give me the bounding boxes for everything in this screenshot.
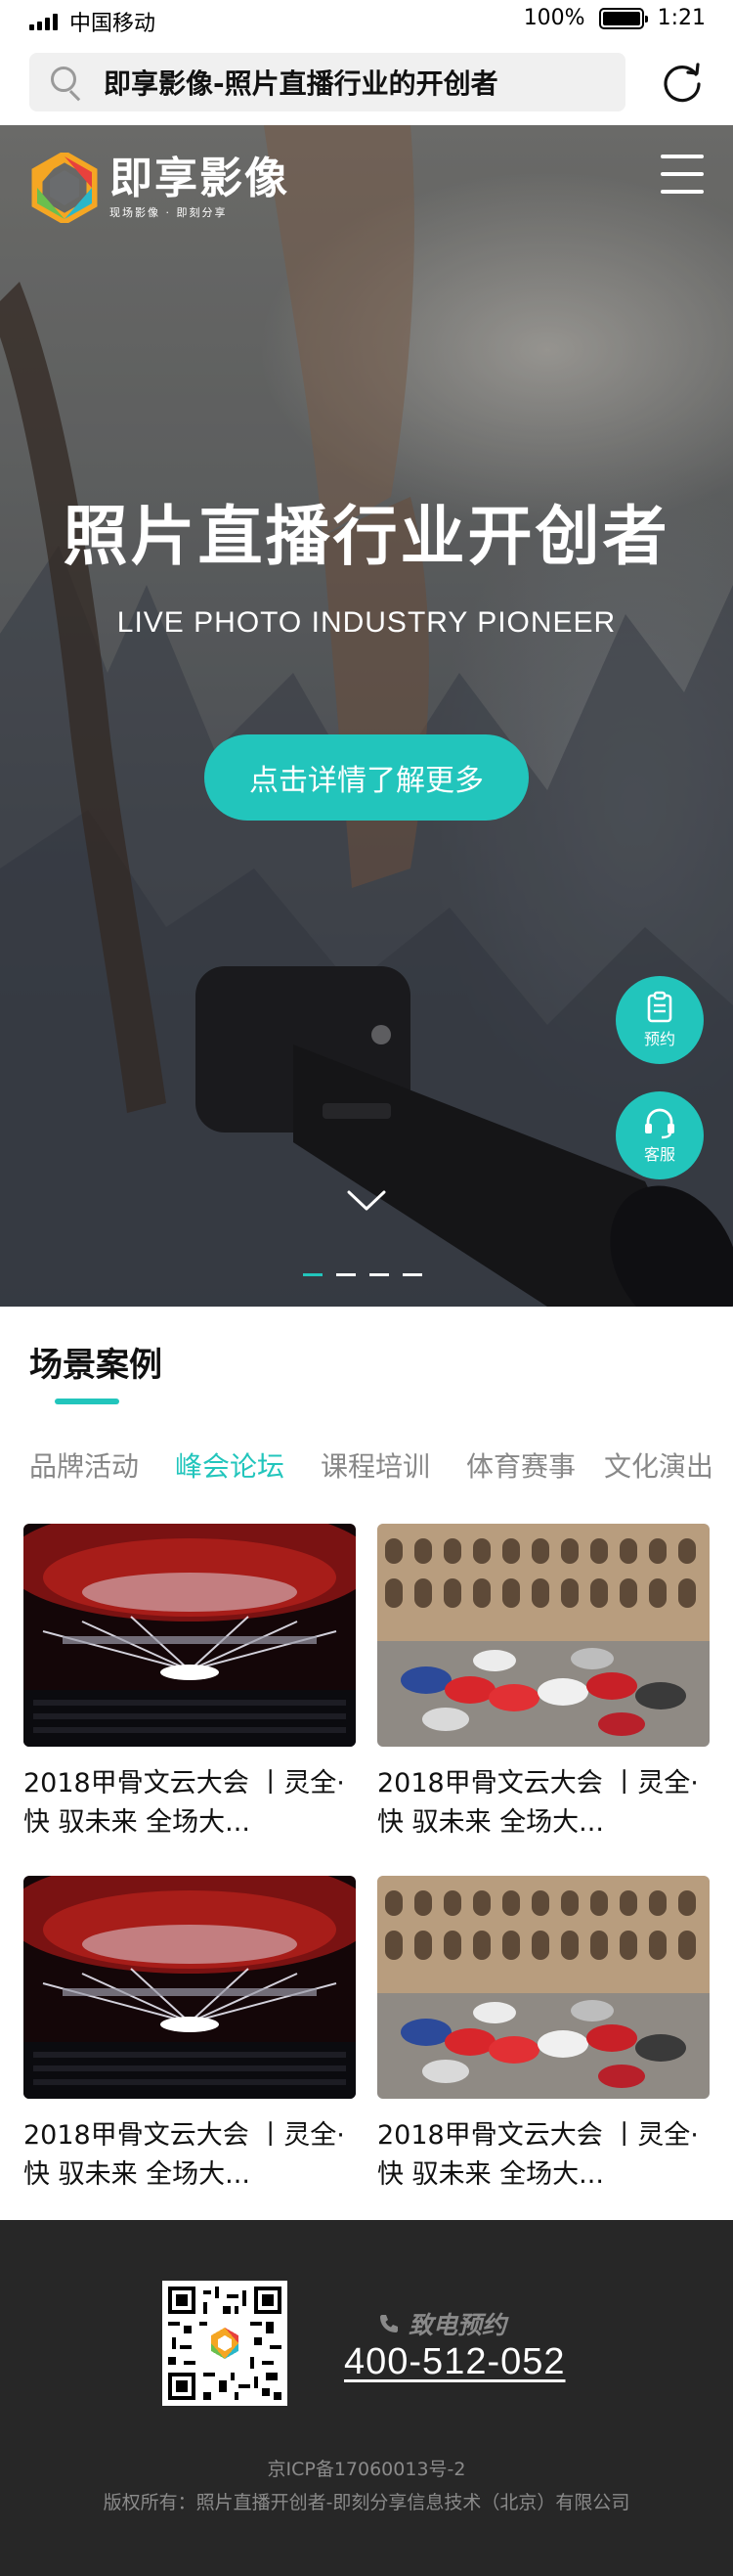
address-bar[interactable]: 即享影像-照片直播行业的开创者 [29,53,625,111]
phone-number-link[interactable]: 400-512-052 [344,2341,566,2383]
clock: 1:21 [657,6,706,30]
icp-record[interactable]: 京ICP备17060013号-2 [0,2455,733,2481]
customer-service-label: 客服 [643,1145,675,1164]
tab-training[interactable]: 课程培训 [321,1445,430,1485]
site-logo[interactable]: 即享影像 现场影像 · 即刻分享 [29,153,289,223]
phone-label: 致电预约 [377,2306,506,2341]
case-title: 2018甲骨文云大会 丨灵全·快 驭未来 全场大... [377,2120,699,2190]
tab-sports[interactable]: 体育赛事 [466,1445,576,1485]
carrier-name: 中国移动 [69,12,156,36]
booking-button[interactable]: 预约 [616,976,704,1064]
phone-label-text: 致电预约 [409,2311,507,2339]
battery-percent: 100% [523,6,585,30]
case-image-colosseum [377,1876,710,2099]
carousel-dot[interactable] [403,1273,422,1276]
logo-tagline: 现场影像 · 即刻分享 [109,206,228,219]
case-card[interactable]: 2018甲骨文云大会 丨灵全·快 驭未来 全场大... [377,1524,710,1843]
search-icon [47,63,86,102]
case-image-conference [23,1524,356,1747]
case-image-conference [23,1876,356,2099]
browser-toolbar: 即享影像-照片直播行业的开创者 [0,41,733,125]
headset-icon [645,1108,674,1139]
menu-icon[interactable] [661,155,704,194]
carousel-indicator [303,1273,422,1276]
booking-label: 预约 [643,1030,675,1048]
hero-subtitle: LIVE PHOTO INDUSTRY PIONEER [116,606,617,639]
reload-icon[interactable] [659,59,706,106]
case-title: 2018甲骨文云大会 丨灵全·快 驭未来 全场大... [23,1768,345,1838]
case-card[interactable]: 2018甲骨文云大会 丨灵全·快 驭未来 全场大... [23,1524,356,1843]
clipboard-icon [647,991,672,1023]
carousel-dot[interactable] [369,1273,389,1276]
carousel-dot[interactable] [303,1273,323,1276]
case-image-colosseum [377,1524,710,1747]
phone-icon [380,2315,398,2332]
copyright-text: 版权所有：照片直播开创者-即刻分享信息技术（北京）有限公司 [103,2492,630,2513]
case-title: 2018甲骨文云大会 丨灵全·快 驭未来 全场大... [377,1768,699,1838]
learn-more-button[interactable]: 点击详情了解更多 [204,734,529,821]
qr-code-icon [162,2281,287,2406]
tab-culture-shows[interactable]: 文化演出 [604,1445,713,1485]
case-card[interactable]: 2018甲骨文云大会 丨灵全·快 驭未来 全场大... [23,1876,356,2195]
hero-title: 照片直播行业开创者 [63,499,670,574]
signal-icon [29,13,58,30]
site-footer: 致电预约 400-512-052 京ICP备17060013号-2 版权所有：照… [0,2220,733,2576]
status-bar: 中国移动 100% 1:21 [0,0,733,41]
status-bar-left: 中国移动 [29,6,155,37]
status-bar-right: 100% 1:21 [524,6,706,30]
section-title-underline [55,1399,119,1404]
tab-brand-events[interactable]: 品牌活动 [29,1445,139,1485]
battery-icon [598,7,648,29]
customer-service-button[interactable]: 客服 [616,1091,704,1179]
carousel-dot[interactable] [336,1273,356,1276]
case-card[interactable]: 2018甲骨文云大会 丨灵全·快 驭未来 全场大... [377,1876,710,2195]
hero-banner: 即享影像 现场影像 · 即刻分享 照片直播行业开创者 LIVE PHOTO IN… [0,125,733,1307]
logo-name: 即享影像 [109,154,289,203]
category-tabs: 品牌活动 峰会论坛 课程培训 体育赛事 文化演出 [0,1445,733,1488]
case-title: 2018甲骨文云大会 丨灵全·快 驭未来 全场大... [23,2120,345,2190]
logo-hex-icon [31,153,98,223]
address-text: 即享影像-照片直播行业的开创者 [104,67,498,100]
tab-summit-forum[interactable]: 峰会论坛 [175,1445,284,1485]
chevron-down-icon[interactable] [346,1189,387,1213]
section-title: 场景案例 [29,1346,162,1385]
